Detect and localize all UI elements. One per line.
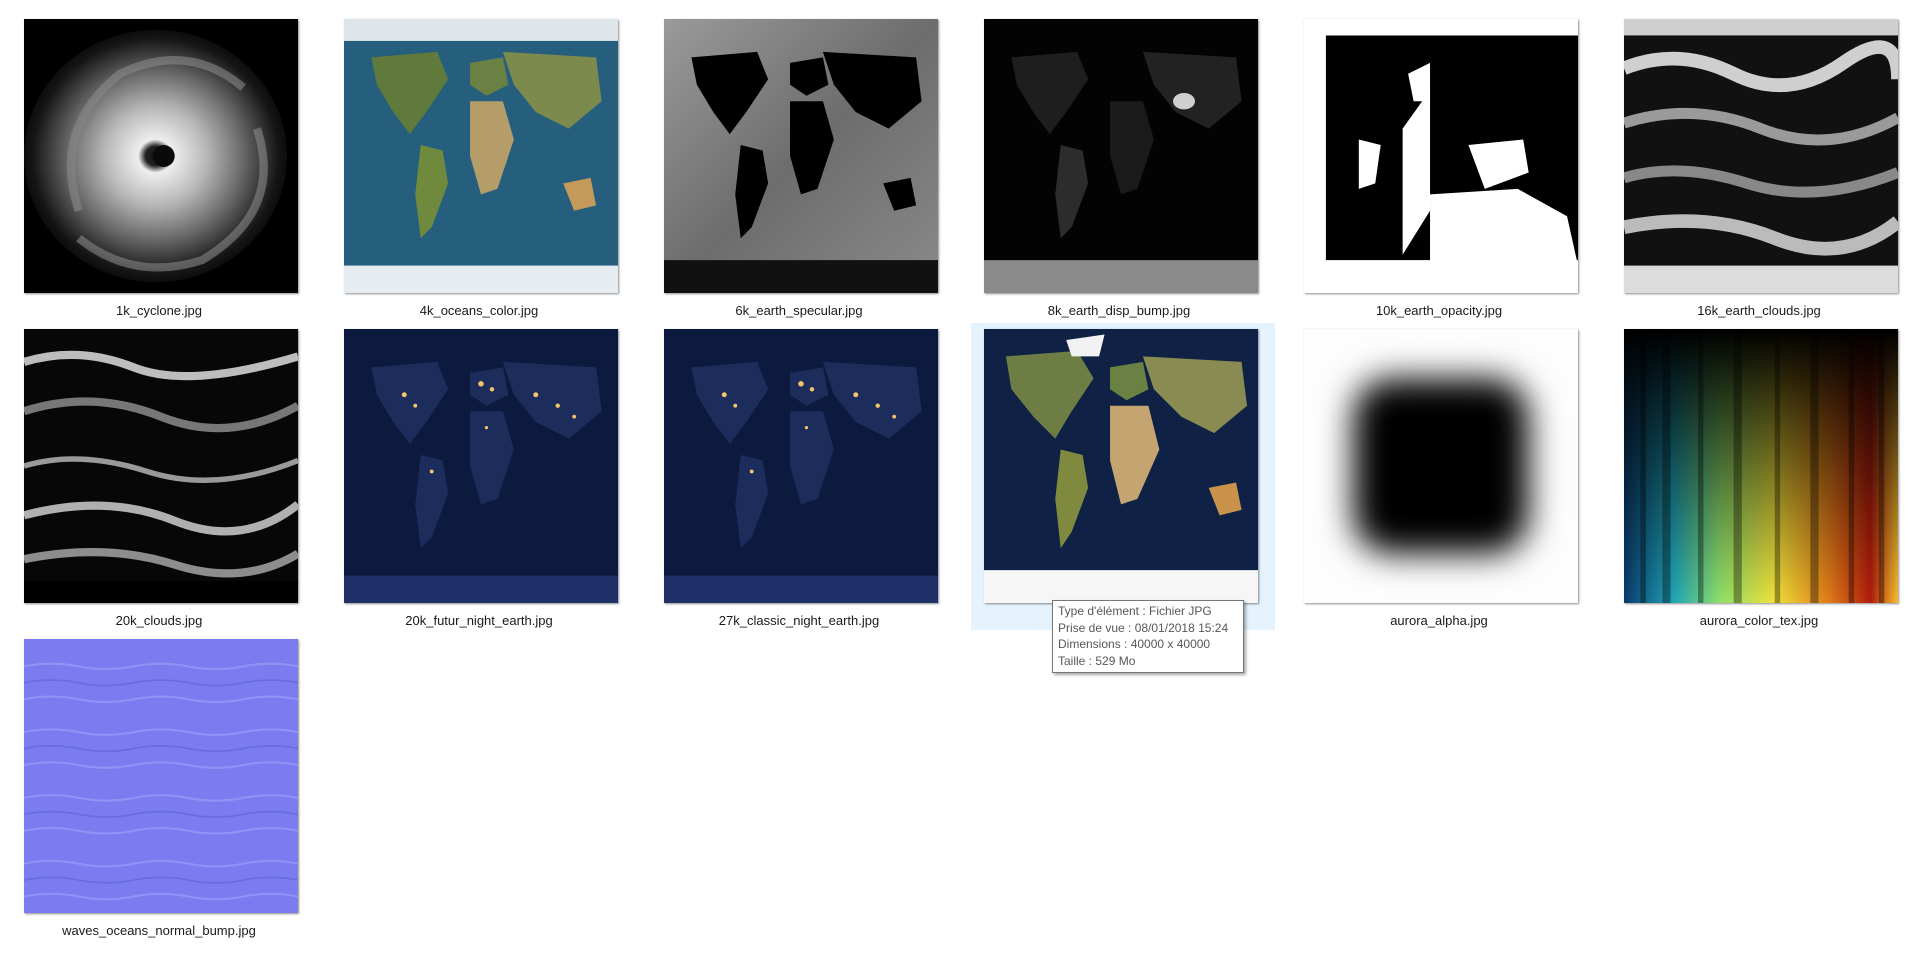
earth-clouds-thumbnail [1624, 19, 1898, 293]
aurora-color-thumbnail [1624, 329, 1898, 603]
file-name-label: 4k_oceans_color.jpg [419, 303, 539, 318]
file-item-8k-earth-disp-bump[interactable]: 8k_earth_disp_bump.jpg [967, 19, 1271, 325]
normal-map-thumbnail [24, 639, 298, 913]
tooltip-date: Prise de vue : 08/01/2018 15:24 [1058, 620, 1229, 635]
file-item-waves-oceans-normal-bump[interactable]: waves_oceans_normal_bump.jpg [7, 639, 311, 945]
file-item-aurora-alpha[interactable]: aurora_alpha.jpg [1287, 329, 1591, 635]
file-item-selected[interactable] [971, 323, 1275, 630]
file-item-4k-oceans-color[interactable]: 4k_oceans_color.jpg [327, 19, 631, 325]
file-item-27k-classic-night-earth[interactable]: 27k_classic_night_earth.jpg [647, 329, 951, 635]
file-item-1k-cyclone[interactable]: 1k_cyclone.jpg [7, 19, 311, 325]
file-name-label: 20k_clouds.jpg [115, 613, 203, 628]
clouds-thumbnail [24, 329, 298, 603]
file-item-20k-clouds[interactable]: 20k_clouds.jpg [7, 329, 311, 635]
earth-bump-thumbnail [984, 19, 1258, 293]
file-name-label: 20k_futur_night_earth.jpg [405, 613, 553, 628]
night-earth-thumbnail [344, 329, 618, 603]
file-name-label: 16k_earth_clouds.jpg [1697, 303, 1821, 318]
night-earth-thumbnail [664, 329, 938, 603]
alpha-gradient-thumbnail [1304, 329, 1578, 603]
file-item-10k-earth-opacity[interactable]: 10k_earth_opacity.jpg [1287, 19, 1591, 325]
file-name-label: 1k_cyclone.jpg [116, 303, 202, 318]
file-thumbnail-view: 1k_cyclone.jpg 4k_oceans_color.jpg 6k_ea… [0, 0, 1920, 959]
tooltip-type: Type d'élément : Fichier JPG [1058, 604, 1212, 618]
file-info-tooltip: Type d'élément : Fichier JPG Prise de vu… [1052, 600, 1244, 673]
earth-specular-thumbnail [664, 19, 938, 293]
earth-opacity-thumbnail [1304, 19, 1578, 293]
file-item-16k-earth-clouds[interactable]: 16k_earth_clouds.jpg [1607, 19, 1911, 325]
file-name-label: 8k_earth_disp_bump.jpg [1047, 303, 1191, 318]
earth-color-thumbnail [984, 329, 1258, 603]
file-name-label: waves_oceans_normal_bump.jpg [62, 923, 256, 938]
file-item-aurora-color-tex[interactable]: aurora_color_tex.jpg [1607, 329, 1911, 635]
file-item-6k-earth-specular[interactable]: 6k_earth_specular.jpg [647, 19, 951, 325]
file-name-label: 27k_classic_night_earth.jpg [718, 613, 880, 628]
tooltip-size: Taille : 529 Mo [1058, 653, 1136, 668]
file-name-label: aurora_color_tex.jpg [1699, 613, 1819, 628]
file-name-label: aurora_alpha.jpg [1390, 613, 1488, 628]
tooltip-dimensions: Dimensions : 40000 x 40000 [1058, 637, 1211, 651]
earth-color-thumbnail [344, 19, 618, 293]
cyclone-thumbnail [24, 19, 298, 293]
file-name-label: 6k_earth_specular.jpg [735, 303, 863, 318]
file-name-label: 10k_earth_opacity.jpg [1375, 303, 1503, 318]
file-item-20k-futur-night-earth[interactable]: 20k_futur_night_earth.jpg [327, 329, 631, 635]
